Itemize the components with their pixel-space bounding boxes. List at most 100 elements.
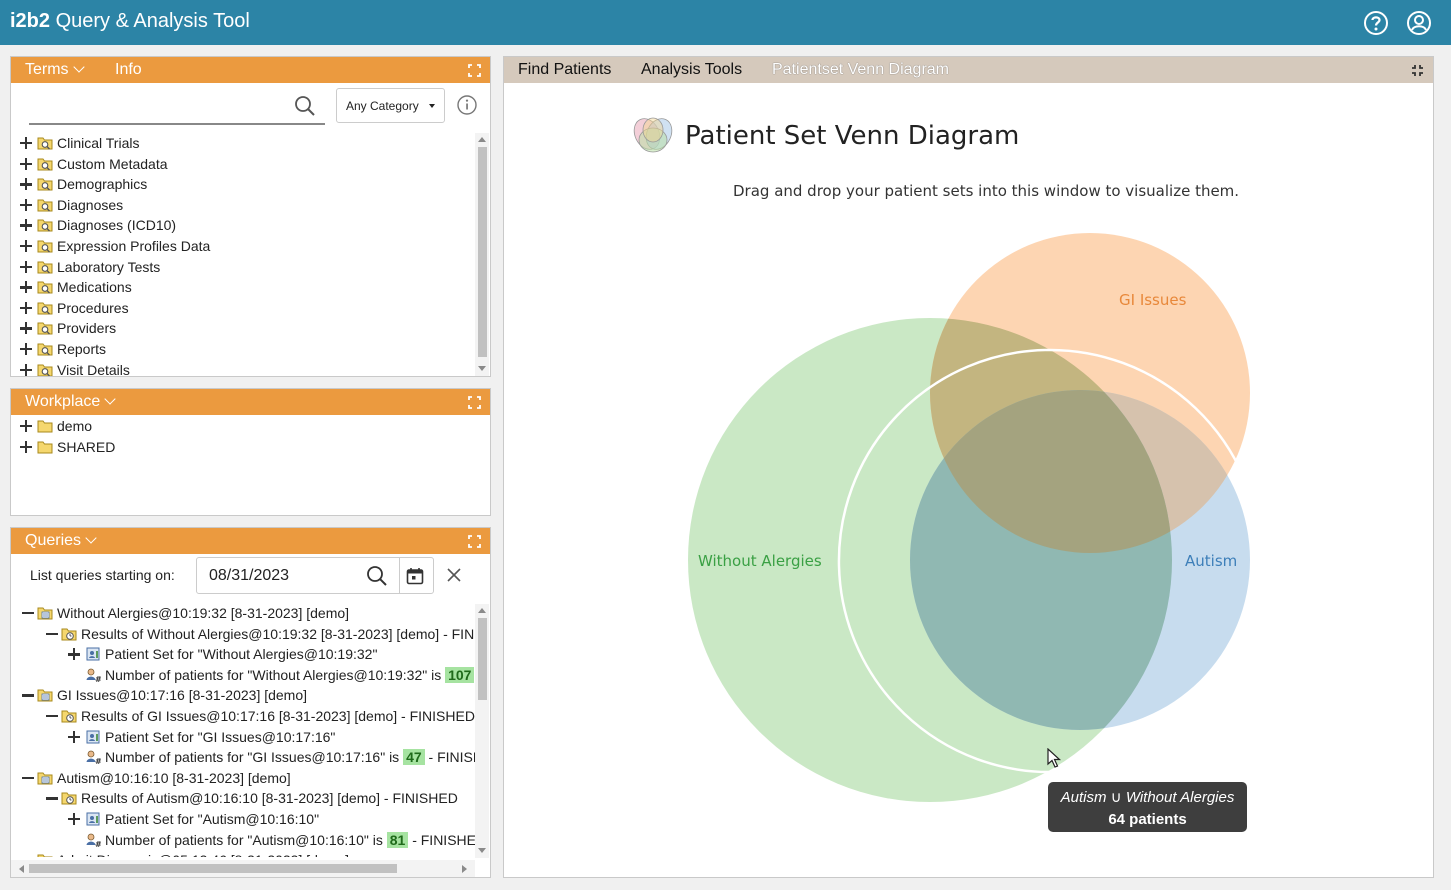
tooltip-count: 64 patients	[1108, 811, 1187, 828]
query-icon	[37, 607, 53, 620]
term-label: Visit Details	[57, 361, 130, 376]
queries-vscrollbar[interactable]	[475, 604, 489, 858]
expand-icon[interactable]	[20, 322, 32, 335]
tab-terms[interactable]: Terms	[25, 61, 85, 79]
collapse-icon[interactable]	[46, 710, 58, 722]
collapse-icon[interactable]	[46, 792, 58, 804]
query-label: Patient Set for "Autism@10:16:10"	[105, 811, 320, 827]
chevron-down-icon	[85, 532, 97, 544]
patient-count-icon: #	[86, 833, 101, 848]
svg-text:#: #	[95, 675, 101, 683]
term-label: Procedures	[57, 299, 129, 316]
expand-icon[interactable]	[20, 281, 32, 294]
collapse-icon[interactable]	[22, 854, 34, 857]
venn-logo-icon	[633, 117, 673, 153]
query-label: Results of Without Alergies@10:19:32 [8-…	[81, 625, 475, 642]
chevron-down-icon	[104, 393, 116, 405]
folder-icon	[37, 240, 53, 253]
queries-tree: Without Alergies@10:19:32 [8-31-2023] [d…	[11, 603, 475, 857]
terms-tree: Clinical Trials Custom Metadata Demographi…	[11, 132, 475, 376]
tab-info[interactable]: Info	[115, 61, 142, 79]
expand-icon[interactable]	[20, 198, 32, 211]
expand-icon[interactable]	[20, 440, 32, 453]
expand-icon[interactable]	[20, 240, 32, 252]
collapse-icon[interactable]	[46, 628, 58, 640]
queries-panel: Queries List queries starting on: 08/31/…	[10, 527, 491, 878]
query-label: GI Issues@10:17:16 [8-31-2023] [demo]	[57, 687, 308, 704]
collapse-icon[interactable]	[22, 689, 34, 701]
query-result-icon	[61, 710, 77, 723]
list-queries-label: List queries starting on:	[30, 567, 175, 583]
term-label: Providers	[57, 320, 117, 337]
expand-icon[interactable]	[20, 178, 32, 191]
calendar-icon[interactable]	[406, 567, 424, 585]
search-icon[interactable]	[294, 95, 316, 117]
folder-icon	[37, 420, 53, 433]
expand-icon[interactable]	[20, 343, 32, 355]
venn-instructions: Drag and drop your patient sets into thi…	[733, 182, 1240, 200]
tab-find-patients[interactable]: Find Patients	[518, 61, 611, 79]
expand-icon[interactable]	[20, 260, 32, 273]
help-icon[interactable]	[1363, 10, 1389, 36]
folder-icon	[37, 137, 53, 150]
queries-panel-header: Queries	[11, 528, 490, 554]
chevron-down-icon	[72, 61, 85, 73]
maximize-icon[interactable]	[468, 396, 481, 409]
expand-icon[interactable]	[68, 730, 80, 743]
expand-icon[interactable]	[20, 301, 32, 314]
maximize-icon[interactable]	[468, 64, 481, 77]
queries-hscrollbar[interactable]	[11, 860, 475, 877]
term-label: Demographics	[57, 176, 148, 193]
workplace-panel-header: Workplace	[11, 389, 490, 415]
venn-tooltip: Autism ∪ Without Alergies 64 patients	[1048, 782, 1247, 832]
query-label: Autism@10:16:10 [8-31-2023] [demo]	[57, 769, 291, 786]
minimize-icon[interactable]	[1411, 64, 1424, 77]
term-label: Diagnoses	[57, 196, 124, 213]
expand-icon[interactable]	[20, 137, 32, 149]
folder-icon	[37, 364, 53, 376]
query-result-icon	[61, 628, 77, 641]
date-input[interactable]: 08/31/2023	[196, 557, 434, 594]
tab-analysis-tools[interactable]: Analysis Tools	[641, 61, 742, 79]
folder-icon	[37, 441, 53, 453]
tab-workplace[interactable]: Workplace	[25, 393, 116, 411]
patient-count-icon: #	[86, 668, 101, 683]
expand-icon[interactable]	[68, 813, 80, 825]
folder-icon	[37, 199, 53, 212]
info-icon[interactable]	[457, 95, 477, 115]
folder-icon	[37, 178, 53, 191]
query-label: Results of GI Issues@10:17:16 [8-31-2023…	[81, 708, 475, 724]
expand-icon[interactable]	[20, 420, 32, 432]
user-account-icon[interactable]	[1406, 10, 1432, 36]
patient-count-icon: #	[86, 750, 101, 765]
term-label: Expression Profiles Data	[57, 238, 211, 254]
venn-label-autism: Autism	[1185, 552, 1237, 570]
tab-queries[interactable]: Queries	[25, 532, 97, 550]
query-icon	[37, 772, 53, 785]
expand-icon[interactable]	[68, 648, 80, 661]
category-select[interactable]: Any Category	[336, 88, 445, 123]
query-icon	[37, 689, 53, 702]
collapse-icon[interactable]	[22, 772, 34, 784]
collapse-icon[interactable]	[22, 607, 34, 619]
tab-patientset-venn-diagram[interactable]: Patientset Venn Diagram	[772, 61, 949, 79]
workplace-label: demo	[57, 418, 93, 434]
query-label: Patient Set for "Without Alergies@10:19:…	[105, 646, 378, 663]
folder-icon	[37, 281, 53, 294]
expand-icon[interactable]	[20, 363, 32, 376]
search-icon[interactable]	[366, 565, 388, 587]
workplace-tree: demo SHARED	[11, 415, 481, 475]
expand-icon[interactable]	[20, 219, 32, 232]
folder-icon	[37, 158, 53, 171]
query-label: Patient Set for "GI Issues@10:17:16"	[105, 728, 336, 745]
caret-down-icon	[429, 104, 435, 108]
search-input[interactable]	[29, 91, 325, 125]
query-label: Admit Diagnosis@05:13:46 [8-31-2023] [de…	[57, 852, 349, 857]
venn-label-without-alergies: Without Alergies	[698, 552, 822, 570]
expand-icon[interactable]	[20, 157, 32, 170]
maximize-icon[interactable]	[468, 535, 481, 548]
terms-scrollbar[interactable]	[475, 133, 489, 376]
venn-diagram[interactable]: GI Issues Without Alergies Autism	[600, 220, 1300, 820]
close-icon[interactable]	[447, 568, 461, 582]
terms-panel: Terms Info Any Category Clinical Trials C…	[10, 56, 491, 377]
